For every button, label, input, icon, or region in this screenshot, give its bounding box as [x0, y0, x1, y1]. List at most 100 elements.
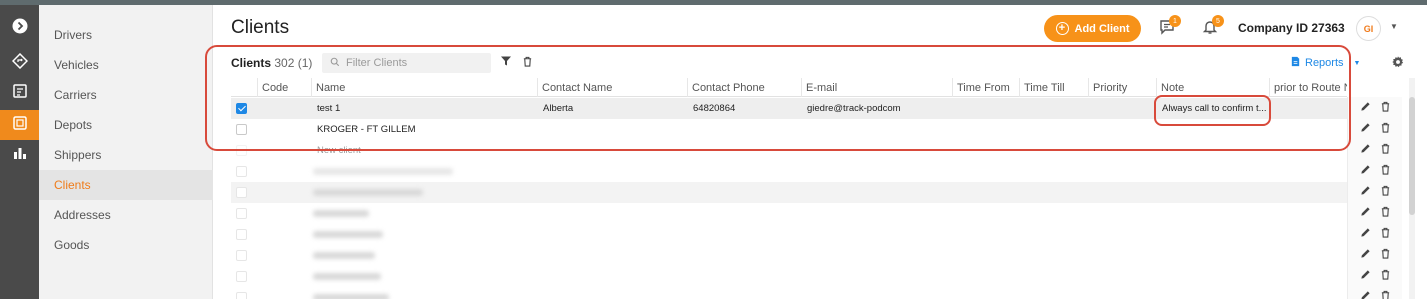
sidebar-item-clients[interactable]: Clients: [39, 170, 213, 200]
clients-heading: Clients 302 (1): [231, 56, 312, 70]
add-client-button[interactable]: + Add Client: [1044, 15, 1141, 42]
sidebar-item-drivers[interactable]: Drivers: [39, 20, 213, 50]
pencil-icon[interactable]: [1360, 141, 1371, 159]
pencil-icon[interactable]: [1360, 225, 1371, 243]
pencil-icon[interactable]: [1360, 99, 1371, 117]
blurred-row: [231, 161, 1347, 182]
clients-count: 302 (1): [274, 56, 313, 70]
column-header-time-till[interactable]: Time Till: [1019, 78, 1088, 97]
pencil-icon[interactable]: [1360, 120, 1371, 138]
blurred-row: [231, 203, 1347, 224]
row-checkbox[interactable]: [236, 124, 247, 135]
redacted-text: [313, 168, 453, 175]
pencil-icon[interactable]: [1360, 162, 1371, 180]
cell-note: Always call to confirm t...: [1162, 103, 1267, 114]
redacted-text: [313, 252, 375, 259]
sidebar-item-depots[interactable]: Depots: [39, 110, 213, 140]
route-icon: [11, 52, 28, 74]
pencil-icon[interactable]: [1360, 204, 1371, 222]
rail-depot-button[interactable]: [0, 110, 39, 140]
column-header-contact-name[interactable]: Contact Name: [537, 78, 687, 97]
rail-expand-button[interactable]: [0, 13, 39, 43]
settings-button[interactable]: [1391, 55, 1407, 71]
rail-routes-button[interactable]: [0, 48, 39, 78]
trash-icon[interactable]: [1380, 141, 1391, 159]
trash-icon[interactable]: [1380, 204, 1391, 222]
trash-icon[interactable]: [1380, 162, 1391, 180]
sidebar-item-carriers[interactable]: Carriers: [39, 80, 213, 110]
row-checkbox: [236, 229, 247, 240]
row-checkbox: [236, 166, 247, 177]
trash-icon[interactable]: [1380, 225, 1391, 243]
search-icon: [330, 54, 340, 72]
filter-clients-field[interactable]: [322, 53, 491, 73]
row-actions: [1348, 118, 1403, 139]
trash-icon[interactable]: [1380, 246, 1391, 264]
rail-analytics-button[interactable]: [0, 140, 39, 170]
row-actions: [1348, 181, 1403, 202]
row-checkbox: [236, 208, 247, 219]
row-actions-column: [1347, 97, 1402, 299]
filter-clients-input[interactable]: [346, 57, 486, 69]
reports-label: Reports: [1305, 57, 1344, 69]
chevron-down-icon[interactable]: ▼: [1390, 22, 1398, 31]
side-navigation: Drivers Vehicles Carriers Depots Shipper…: [39, 5, 213, 299]
column-header-note[interactable]: Note: [1156, 78, 1269, 97]
cell-contact-phone: 64820864: [693, 103, 736, 114]
blurred-row: [231, 287, 1347, 299]
report-document-icon: [1290, 56, 1301, 70]
table-row[interactable]: test 1 Alberta 64820864 giedre@track-pod…: [231, 98, 1347, 119]
redacted-text: [313, 210, 369, 217]
table-row[interactable]: KROGER - FT GILLEM: [231, 119, 1347, 140]
row-checkbox: [236, 271, 247, 282]
gear-icon: [1391, 56, 1405, 73]
plus-circle-icon: +: [1055, 22, 1069, 35]
trash-icon[interactable]: [1380, 267, 1391, 285]
trash-icon[interactable]: [1380, 288, 1391, 299]
trash-icon[interactable]: [1380, 99, 1391, 117]
page-title: Clients: [231, 17, 290, 38]
sidebar-item-label: Depots: [54, 118, 93, 132]
trash-icon[interactable]: [1380, 120, 1391, 138]
trash-icon[interactable]: [1380, 183, 1391, 201]
column-header-priority[interactable]: Priority: [1088, 78, 1156, 97]
pencil-icon[interactable]: [1360, 288, 1371, 299]
redacted-text: [313, 294, 389, 299]
column-header-name[interactable]: Name: [311, 78, 537, 97]
table-scrollbar-thumb[interactable]: [1409, 97, 1415, 215]
pencil-icon[interactable]: [1360, 267, 1371, 285]
sidebar-item-label: Shippers: [54, 148, 102, 162]
row-checkbox[interactable]: [236, 103, 247, 114]
reports-dropdown[interactable]: Reports ▼: [1290, 56, 1360, 70]
funnel-icon: [500, 54, 512, 72]
cell-name: KROGER - FT GILLEM: [317, 124, 416, 135]
sidebar-item-label: Drivers: [54, 28, 92, 42]
messages-button[interactable]: 1: [1157, 15, 1181, 39]
pencil-icon[interactable]: [1360, 246, 1371, 264]
delete-selected-button[interactable]: [520, 56, 534, 70]
column-header-prior-to-route[interactable]: prior to Route N: [1269, 78, 1347, 97]
cell-email: giedre@track-podcom: [807, 103, 901, 114]
sidebar-item-addresses[interactable]: Addresses: [39, 200, 213, 230]
row-checkbox[interactable]: [236, 145, 247, 156]
sidebar-item-label: Goods: [54, 238, 90, 252]
sidebar-item-goods[interactable]: Goods: [39, 230, 213, 260]
table-row[interactable]: New client: [231, 140, 1347, 161]
column-header-contact-phone[interactable]: Contact Phone: [687, 78, 801, 97]
sidebar-item-vehicles[interactable]: Vehicles: [39, 50, 213, 80]
row-checkbox: [236, 187, 247, 198]
notifications-button[interactable]: 5: [1200, 15, 1224, 39]
avatar[interactable]: GI: [1356, 16, 1381, 41]
trash-icon: [522, 54, 533, 72]
pencil-icon[interactable]: [1360, 183, 1371, 201]
blurred-row: [231, 182, 1347, 203]
cell-name: New client: [317, 145, 361, 156]
table-header: Code Name Contact Name Contact Phone E-m…: [231, 78, 1347, 97]
column-header-email[interactable]: E-mail: [801, 78, 952, 97]
filter-button[interactable]: [499, 56, 513, 70]
company-id: Company ID 27363: [1238, 21, 1345, 35]
rail-board-button[interactable]: [0, 78, 39, 108]
sidebar-item-shippers[interactable]: Shippers: [39, 140, 213, 170]
depot-icon: [12, 115, 28, 136]
column-header-time-from[interactable]: Time From: [952, 78, 1019, 97]
